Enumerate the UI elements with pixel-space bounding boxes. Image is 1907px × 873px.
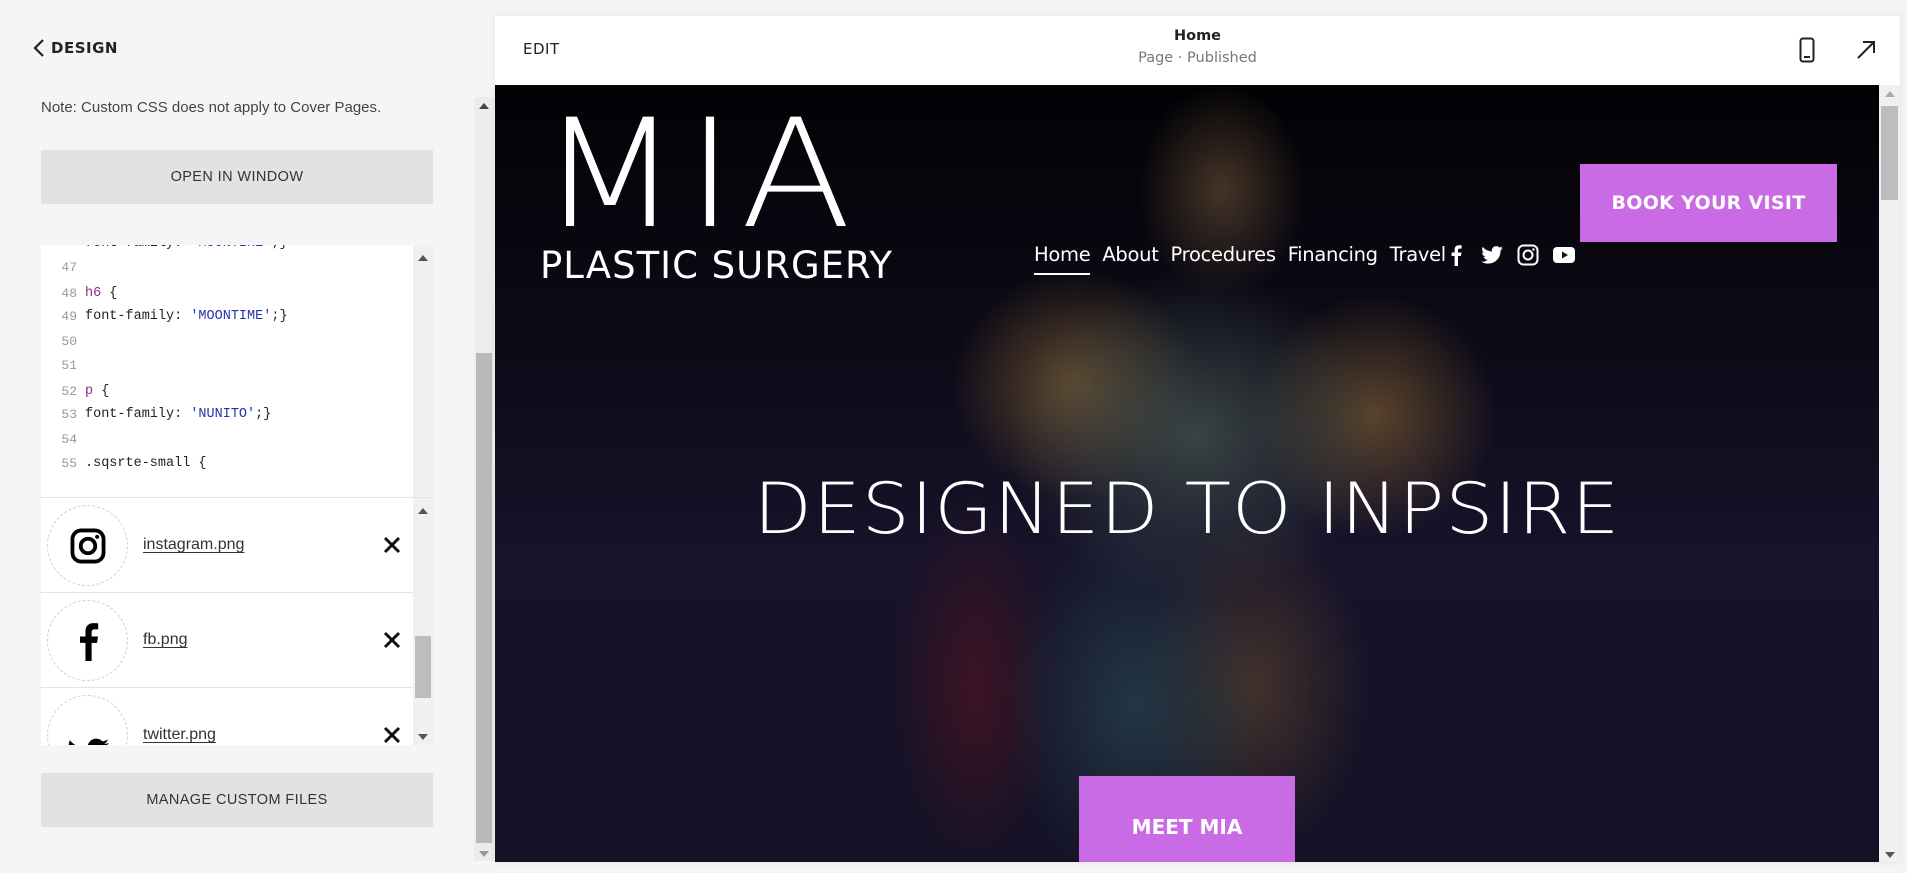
code-text: p {: [85, 384, 110, 399]
twitter-icon[interactable]: [1481, 244, 1503, 266]
back-to-design-link[interactable]: DESIGN: [33, 38, 118, 58]
instagram-icon: [69, 527, 107, 565]
scroll-up-arrow-icon[interactable]: [413, 504, 433, 518]
files-scrollbar[interactable]: [413, 498, 433, 745]
scroll-up-arrow-icon[interactable]: [1879, 87, 1900, 101]
scroll-thumb[interactable]: [476, 353, 492, 843]
facebook-icon[interactable]: [1445, 244, 1467, 266]
code-line[interactable]: 49 font-family: 'MOONTIME';}: [41, 309, 413, 331]
scroll-up-arrow-icon[interactable]: [413, 251, 433, 265]
scroll-thumb[interactable]: [415, 636, 431, 698]
scroll-down-arrow-icon[interactable]: [474, 847, 494, 861]
site-nav: Home About Procedures Financing Travel: [1034, 243, 1446, 275]
file-thumbnail: [47, 600, 128, 681]
file-row: instagram.png: [41, 498, 413, 593]
code-text: font-family: 'NUNITO';}: [85, 407, 272, 422]
close-icon: [383, 631, 401, 649]
remove-file-button[interactable]: [381, 629, 403, 651]
file-name-link[interactable]: instagram.png: [143, 536, 244, 554]
line-number: 53: [61, 407, 77, 422]
nav-financing[interactable]: Financing: [1288, 243, 1378, 266]
twitter-icon: [67, 698, 109, 745]
code-line[interactable]: 48 h6 {: [41, 286, 413, 308]
arrow-up-right-icon: [1857, 41, 1875, 59]
file-thumbnail: [47, 505, 128, 586]
custom-files-list: instagram.png fb.png twitter.png: [41, 497, 433, 745]
line-number: 55: [61, 456, 77, 471]
file-name-link[interactable]: fb.png: [143, 631, 187, 649]
design-sidebar: DESIGN Note: Custom CSS does not apply t…: [0, 0, 495, 873]
remove-file-button[interactable]: [381, 724, 403, 745]
youtube-icon[interactable]: [1553, 244, 1575, 266]
logo-main: MIA: [540, 88, 858, 262]
scroll-down-arrow-icon[interactable]: [413, 730, 433, 744]
code-line[interactable]: 52 p {: [41, 384, 413, 406]
instagram-icon[interactable]: [1517, 244, 1539, 266]
page-title: Home: [1173, 28, 1222, 44]
chevron-left-icon: [33, 39, 44, 57]
close-icon: [383, 536, 401, 554]
sidebar-scrollbar[interactable]: [474, 97, 494, 861]
css-code-editor[interactable]: font-family: 'MOONTIME';} 47 48 h6 { 49 font-…: [41, 245, 433, 497]
scroll-thumb[interactable]: [1881, 106, 1898, 200]
mobile-phone-icon: [1799, 37, 1815, 63]
code-text: .sqsrte-small {: [85, 456, 207, 471]
line-number: 51: [61, 358, 77, 373]
line-number: 50: [61, 334, 77, 349]
mobile-view-button[interactable]: [1793, 36, 1821, 64]
line-number: 52: [61, 384, 77, 399]
line-number: 54: [61, 432, 77, 447]
line-number: 49: [61, 309, 77, 324]
code-line[interactable]: 50: [41, 334, 413, 356]
social-links: [1445, 244, 1575, 266]
file-row: twitter.png: [41, 688, 413, 745]
page-status: Page · Published: [1138, 50, 1257, 66]
site-logo[interactable]: MIA PLASTIC SURGERY: [540, 100, 893, 286]
preview-toolbar: EDIT Home Page · Published: [495, 16, 1900, 85]
book-your-visit-button[interactable]: BOOK YOUR VISIT: [1580, 164, 1837, 242]
meet-mia-button[interactable]: MEET MIA: [1079, 776, 1295, 862]
code-text: font-family: 'MOONTIME';}: [85, 245, 288, 251]
line-number: 48: [61, 286, 77, 301]
code-line[interactable]: 54: [41, 432, 413, 454]
file-row: fb.png: [41, 593, 413, 688]
open-in-window-button[interactable]: OPEN IN WINDOW: [41, 150, 433, 204]
nav-about[interactable]: About: [1102, 243, 1158, 266]
open-external-button[interactable]: [1852, 36, 1880, 64]
editor-scrollbar[interactable]: [413, 245, 433, 497]
code-line[interactable]: 55 .sqsrte-small {: [41, 456, 413, 478]
code-text: font-family: 'MOONTIME';}: [85, 309, 288, 324]
scroll-up-arrow-icon[interactable]: [474, 99, 494, 113]
line-number: 47: [61, 260, 77, 275]
facebook-icon: [77, 621, 99, 661]
nav-travel[interactable]: Travel: [1390, 243, 1446, 266]
hero-title: DESIGNED TO INPSIRE: [753, 468, 1621, 550]
scroll-down-arrow-icon[interactable]: [1879, 848, 1900, 862]
code-line[interactable]: font-family: 'MOONTIME';}: [41, 245, 413, 258]
preview-scrollbar[interactable]: [1879, 85, 1900, 862]
css-note: Note: Custom CSS does not apply to Cover…: [41, 99, 382, 116]
nav-home[interactable]: Home: [1034, 243, 1091, 275]
code-line[interactable]: 53 font-family: 'NUNITO';}: [41, 407, 413, 429]
file-name-link[interactable]: twitter.png: [143, 726, 216, 744]
code-text: h6 {: [85, 286, 118, 301]
remove-file-button[interactable]: [381, 534, 403, 556]
code-line[interactable]: 47: [41, 260, 413, 282]
page-preview: EDIT Home Page · Published MIA PLASTIC S…: [495, 16, 1900, 862]
site-hero: MIA PLASTIC SURGERY Home About Procedure…: [495, 85, 1879, 862]
code-line[interactable]: 51: [41, 358, 413, 380]
file-thumbnail: [47, 695, 128, 745]
nav-procedures[interactable]: Procedures: [1171, 243, 1276, 266]
close-icon: [383, 726, 401, 744]
back-label: DESIGN: [51, 39, 118, 57]
manage-custom-files-button[interactable]: MANAGE CUSTOM FILES: [41, 773, 433, 827]
